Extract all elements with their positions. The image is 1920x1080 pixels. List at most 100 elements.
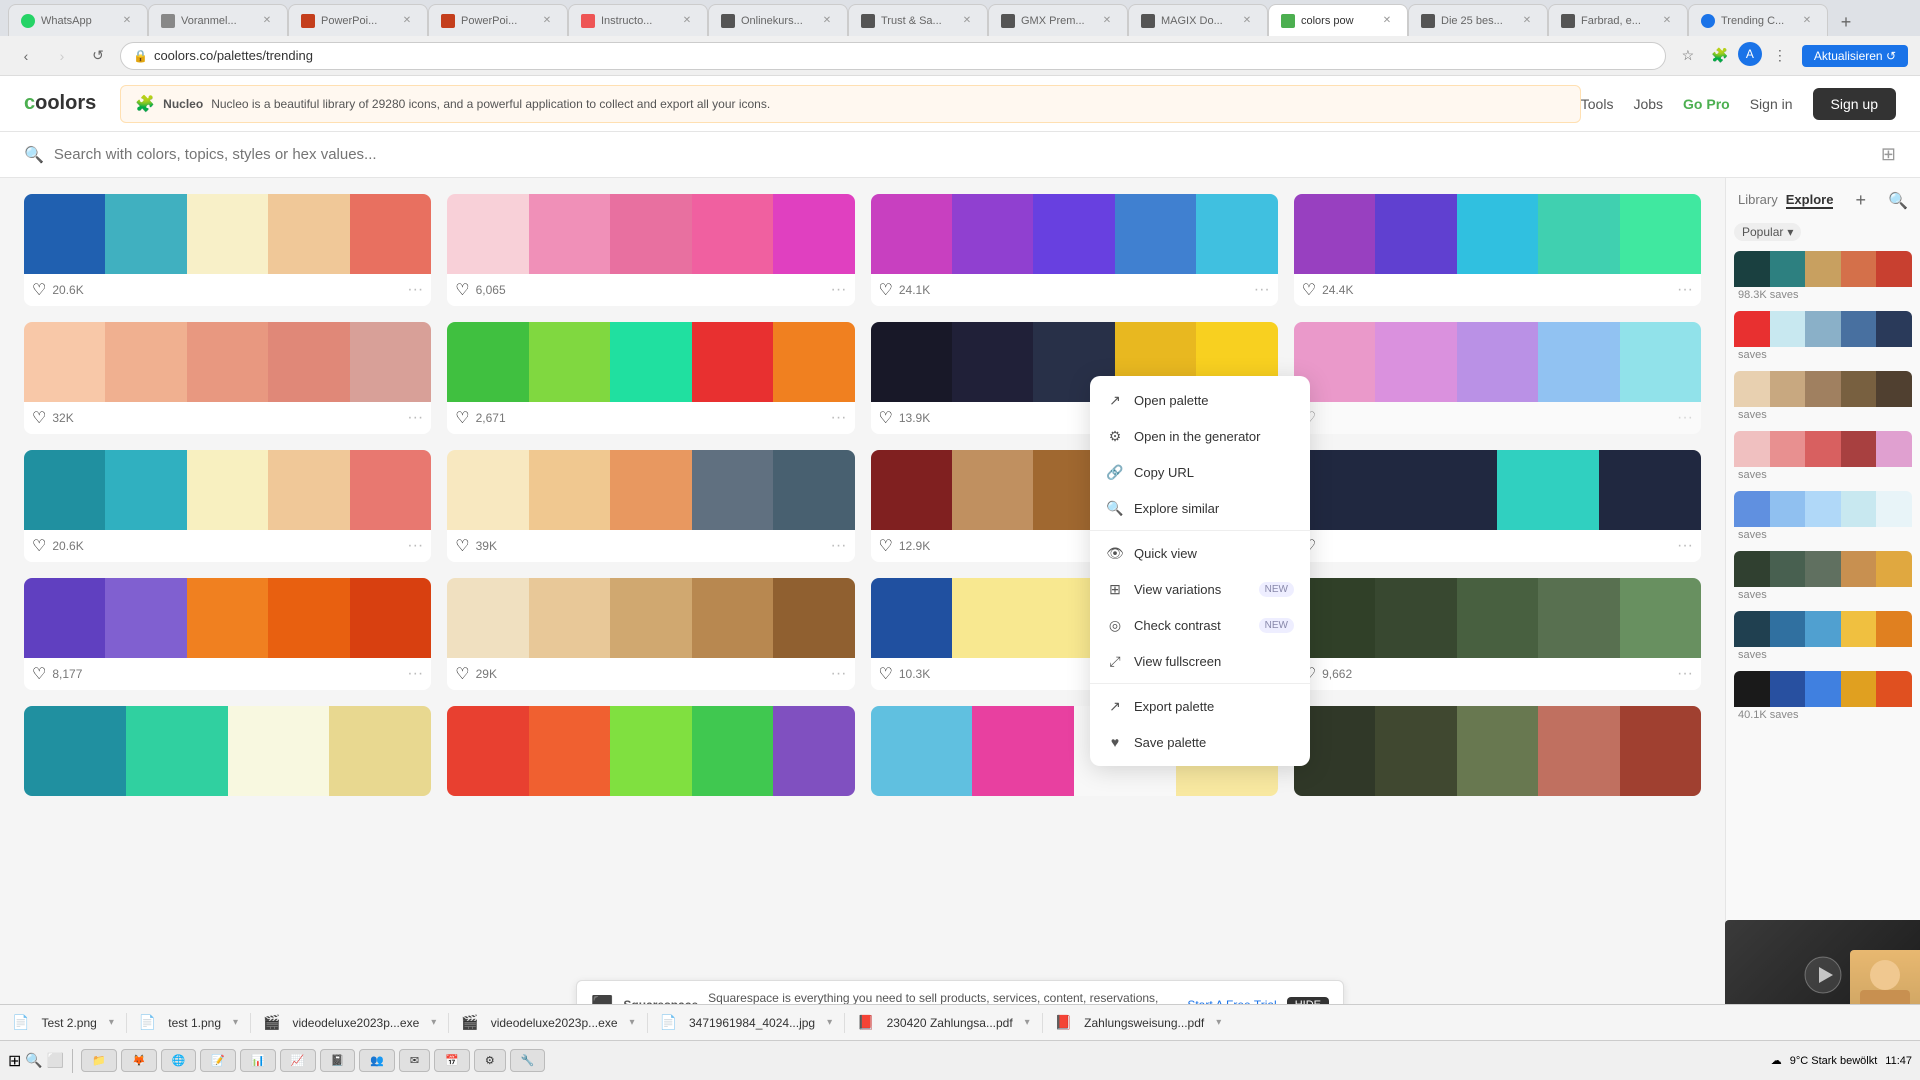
more-icon[interactable]: ··· <box>831 409 847 427</box>
star-icon[interactable]: ☆ <box>1674 42 1702 70</box>
download-item-2[interactable]: test 1.png <box>168 1016 221 1030</box>
download-chevron-3[interactable]: ▾ <box>431 1017 436 1028</box>
context-explore-similar[interactable]: 🔍 Explore similar <box>1090 490 1310 526</box>
more-icon[interactable]: ··· <box>1677 537 1693 555</box>
context-quick-view[interactable]: 👁 Quick view <box>1090 535 1310 571</box>
popular-filter[interactable]: Popular ▾ <box>1734 223 1801 241</box>
more-icon[interactable]: ··· <box>1254 281 1270 299</box>
mini-palette-6[interactable]: saves <box>1734 551 1912 603</box>
tab-close-active[interactable]: ✕ <box>1379 13 1395 29</box>
context-copy-url[interactable]: 🔗 Copy URL <box>1090 454 1310 490</box>
palette-card[interactable] <box>24 706 431 796</box>
taskbar-settings[interactable]: ⚙ <box>474 1049 506 1072</box>
tab-library[interactable]: Library <box>1738 192 1778 209</box>
tab-whatsapp[interactable]: WhatsApp ✕ <box>8 4 148 36</box>
tab-close-11[interactable]: ✕ <box>1519 13 1535 29</box>
tab-close-5[interactable]: ✕ <box>679 13 695 29</box>
mini-palette-3[interactable]: saves <box>1734 371 1912 423</box>
mini-palette-5[interactable]: saves <box>1734 491 1912 543</box>
palette-card[interactable]: ♡ 32K ··· <box>24 322 431 434</box>
palette-card[interactable]: ♡ 6,065 ··· <box>447 194 854 306</box>
taskbar-excel[interactable]: 📈 <box>280 1049 316 1072</box>
tab-close-3[interactable]: ✕ <box>399 13 415 29</box>
taskbar-firefox[interactable]: 🦊 <box>121 1049 157 1072</box>
taskbar-ppt[interactable]: 📊 <box>240 1049 276 1072</box>
profile-icon[interactable]: A <box>1738 42 1762 66</box>
tab-6[interactable]: Onlinekurs... ✕ <box>708 4 848 36</box>
address-bar[interactable]: 🔒 coolors.co/palettes/trending <box>120 42 1666 70</box>
windows-start[interactable]: ⊞ <box>8 1051 21 1071</box>
download-chevron-7[interactable]: ▾ <box>1216 1017 1221 1028</box>
download-item-3[interactable]: videodeluxe2023p...exe <box>292 1016 419 1030</box>
download-item-5[interactable]: 3471961984_4024...jpg <box>689 1016 815 1030</box>
context-view-fullscreen[interactable]: ⤢ View fullscreen <box>1090 643 1310 679</box>
extensions-icon[interactable]: 🧩 <box>1706 42 1734 70</box>
gopro-link[interactable]: Go Pro <box>1683 96 1730 112</box>
more-icon[interactable]: ··· <box>831 665 847 683</box>
tab-3[interactable]: PowerPoi... ✕ <box>288 4 428 36</box>
tab-4[interactable]: PowerPoi... ✕ <box>428 4 568 36</box>
palette-card[interactable]: ♡ 8,177 ··· <box>24 578 431 690</box>
more-icon[interactable]: ··· <box>407 665 423 683</box>
tab-8[interactable]: GMX Prem... ✕ <box>988 4 1128 36</box>
palette-card[interactable] <box>447 706 854 796</box>
search-taskbar[interactable]: 🔍 <box>25 1052 42 1069</box>
tab-5[interactable]: Instructo... ✕ <box>568 4 708 36</box>
taskbar-teams[interactable]: 👥 <box>359 1049 395 1072</box>
palette-card[interactable]: ♡ ··· <box>1294 450 1701 562</box>
taskbar-word[interactable]: 📝 <box>200 1049 236 1072</box>
more-icon[interactable]: ··· <box>407 537 423 555</box>
taskbar-mail[interactable]: ✉ <box>399 1049 430 1072</box>
context-export-palette[interactable]: ↗ Export palette <box>1090 688 1310 724</box>
palette-card[interactable] <box>1294 706 1701 796</box>
tab-close-8[interactable]: ✕ <box>1099 13 1115 29</box>
settings-icon[interactable]: ⋮ <box>1766 42 1794 70</box>
palette-card[interactable]: ♡ 20.6K ··· <box>24 194 431 306</box>
more-icon[interactable]: ··· <box>831 537 847 555</box>
context-view-variations[interactable]: ⊞ View variations NEW <box>1090 571 1310 607</box>
mini-palette-4[interactable]: saves <box>1734 431 1912 483</box>
taskbar-chrome[interactable]: 🌐 <box>161 1049 197 1072</box>
palette-card[interactable]: ♡ 24.4K ··· <box>1294 194 1701 306</box>
tab-9[interactable]: MAGIX Do... ✕ <box>1128 4 1268 36</box>
sidebar-search-icon[interactable]: 🔍 <box>1888 191 1908 211</box>
reload-button[interactable]: ↺ <box>84 42 112 70</box>
mini-palette-2[interactable]: saves <box>1734 311 1912 363</box>
taskbar-calendar[interactable]: 📅 <box>434 1049 470 1072</box>
tab-close-12[interactable]: ✕ <box>1659 13 1675 29</box>
sign-up-button[interactable]: Sign up <box>1813 88 1896 120</box>
tab-close[interactable]: ✕ <box>119 13 135 29</box>
nucleo-banner[interactable]: 🧩 Nucleo Nucleo is a beautiful library o… <box>120 85 1581 123</box>
mini-palette-7[interactable]: saves <box>1734 611 1912 663</box>
task-view[interactable]: ⬜ <box>47 1052 64 1069</box>
more-icon[interactable]: ··· <box>407 281 423 299</box>
tab-7[interactable]: Trust & Sa... ✕ <box>848 4 988 36</box>
download-chevron-4[interactable]: ▾ <box>630 1017 635 1028</box>
tab-close-2[interactable]: ✕ <box>259 13 275 29</box>
download-item-7[interactable]: Zahlungsweisung...pdf <box>1084 1016 1204 1030</box>
add-tab-button[interactable]: + <box>1832 8 1860 36</box>
download-item-4[interactable]: videodeluxe2023p...exe <box>491 1016 618 1030</box>
context-save-palette[interactable]: ♥ Save palette <box>1090 724 1310 760</box>
logo[interactable]: coolors <box>24 92 96 115</box>
more-icon[interactable]: ··· <box>407 409 423 427</box>
palette-card[interactable]: ♡ 29K ··· <box>447 578 854 690</box>
sidebar-add-icon[interactable]: + <box>1856 190 1867 211</box>
tab-close-4[interactable]: ✕ <box>539 13 555 29</box>
view-toggle-icon[interactable]: ⊞ <box>1881 144 1896 165</box>
more-icon[interactable]: ··· <box>831 281 847 299</box>
search-input[interactable] <box>54 146 1881 163</box>
tab-close-9[interactable]: ✕ <box>1239 13 1255 29</box>
tab-11[interactable]: Die 25 bes... ✕ <box>1408 4 1548 36</box>
more-icon[interactable]: ··· <box>1677 409 1693 427</box>
download-chevron-2[interactable]: ▾ <box>233 1017 238 1028</box>
context-check-contrast[interactable]: ◎ Check contrast NEW <box>1090 607 1310 643</box>
tab-active[interactable]: colors pow ✕ <box>1268 4 1408 36</box>
back-button[interactable]: ‹ <box>12 42 40 70</box>
palette-card-context[interactable]: ♡ ··· <box>1294 322 1701 434</box>
forward-button[interactable]: › <box>48 42 76 70</box>
palette-card[interactable]: ♡ 2,671 ··· <box>447 322 854 434</box>
tab-close-13[interactable]: ✕ <box>1799 13 1815 29</box>
sign-in-button[interactable]: Sign in <box>1750 96 1793 112</box>
tab-close-7[interactable]: ✕ <box>959 13 975 29</box>
